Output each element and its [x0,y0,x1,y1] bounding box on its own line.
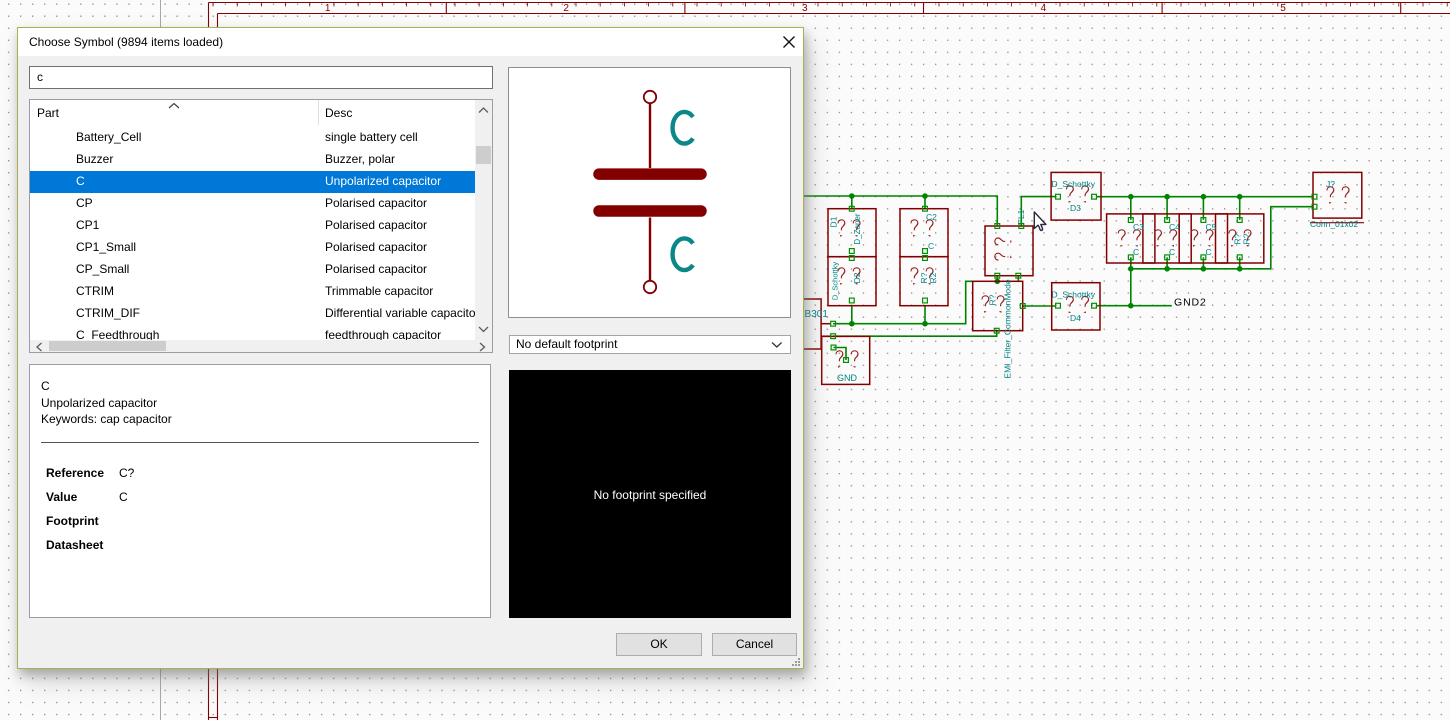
svg-text:EMI_Filter_CommonMode: EMI_Filter_CommonMode [1003,279,1013,378]
svg-text:C: C [928,241,934,251]
svg-text:C: C [1133,247,1139,257]
svg-text:2: 2 [563,3,569,14]
svg-text:C: C [1206,247,1212,257]
svg-text:J?: J? [1326,179,1335,189]
svg-text:GND: GND [837,373,858,383]
svg-text:4: 4 [1041,3,1047,14]
svg-text:C3: C3 [1133,222,1144,232]
svg-text:D_Schottky: D_Schottky [831,262,840,301]
svg-text:R2: R2 [928,272,938,283]
svg-text:D_Schottky: D_Schottky [1052,179,1096,189]
svg-text:GND2: GND2 [1174,297,1207,309]
svg-text:D_Zener: D_Zener [853,213,862,244]
svg-text:R?: R? [988,294,998,305]
svg-text:5: 5 [1280,3,1286,14]
svg-text:C2: C2 [926,212,937,222]
svg-text:FL1: FL1 [1016,209,1026,224]
svg-text:Conn_01x02: Conn_01x02 [1310,219,1358,229]
svg-text:D2: D2 [852,272,862,283]
svg-text:D3: D3 [1070,203,1081,213]
svg-text:C5: C5 [1206,222,1217,232]
svg-text:D4: D4 [1070,313,1081,323]
svg-text:3: 3 [802,3,808,14]
svg-text:C4: C4 [1169,222,1180,232]
svg-text:1: 1 [325,3,331,14]
svg-text:D_Schottky: D_Schottky [1052,290,1096,300]
svg-text:R?: R? [1242,233,1252,244]
svg-text:D1: D1 [829,216,839,227]
